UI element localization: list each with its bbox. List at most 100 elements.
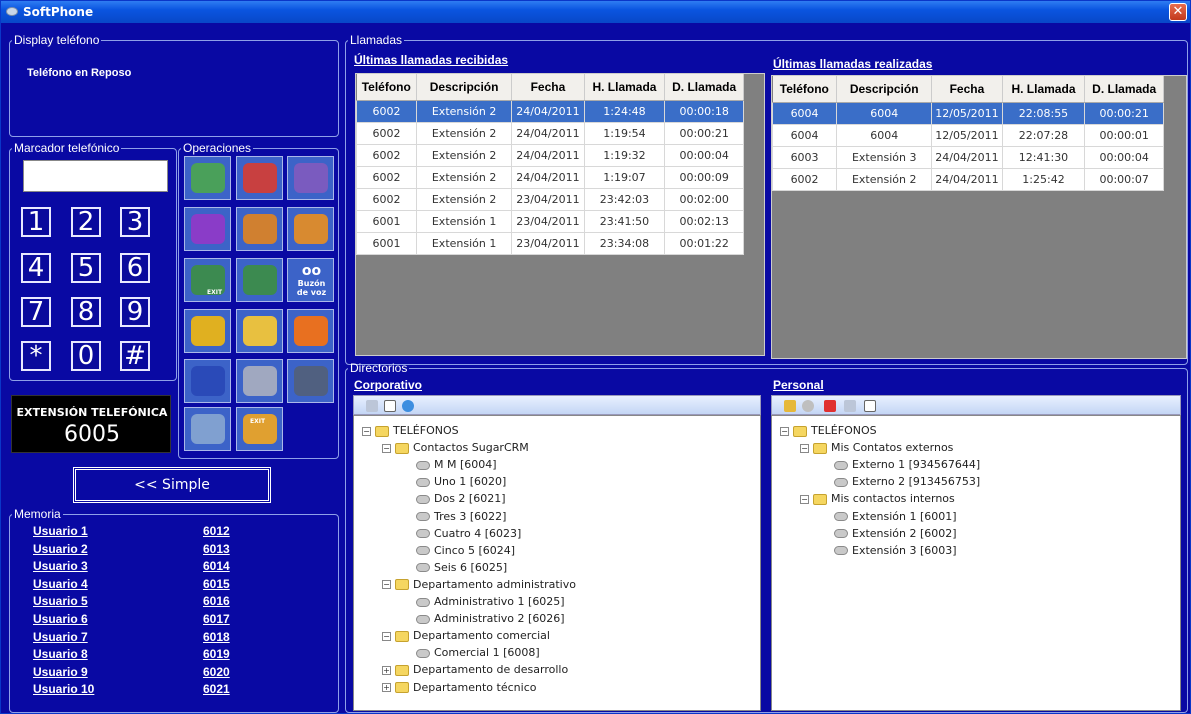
memory-user-link[interactable]: Usuario 5 bbox=[33, 594, 88, 608]
tree-contact[interactable]: Externo 1 [934567644] bbox=[820, 458, 980, 472]
tree-contact[interactable]: Uno 1 [6020] bbox=[402, 475, 506, 489]
tree-contact[interactable]: Comercial 1 [6008] bbox=[402, 646, 540, 660]
column-header[interactable]: H. Llamada bbox=[1002, 76, 1086, 103]
memory-user-link[interactable]: Usuario 9 bbox=[33, 665, 88, 679]
key-hash-button[interactable]: # bbox=[120, 341, 150, 371]
table-row[interactable]: 6002 Extensión 2 23/04/2011 23:42:03 00:02:0… bbox=[355, 187, 744, 211]
collapse-icon[interactable]: − bbox=[800, 443, 809, 453]
tree-folder[interactable]: − Mis contactos internos bbox=[800, 492, 955, 506]
collapse-icon[interactable]: − bbox=[382, 443, 391, 453]
table-row[interactable]: 6002 Extensión 2 24/04/2011 1:24:48 00:00:18 bbox=[355, 99, 744, 123]
collapse-icon[interactable]: − bbox=[382, 580, 391, 590]
simple-mode-button[interactable]: << Simple bbox=[73, 467, 271, 503]
memory-number-link[interactable]: 6018 bbox=[203, 630, 230, 644]
table-row[interactable]: 6004 6004 12/05/2011 22:07:28 00:00:01 bbox=[771, 123, 1164, 147]
collapse-icon[interactable]: − bbox=[800, 494, 809, 504]
transfer-button[interactable] bbox=[236, 207, 283, 251]
key-8-button[interactable]: 8 bbox=[71, 297, 101, 327]
column-header[interactable]: D. Llamada bbox=[664, 74, 744, 101]
forward-button[interactable] bbox=[287, 207, 334, 251]
column-header[interactable]: Descripción bbox=[836, 76, 933, 103]
tree-folder[interactable]: − Departamento comercial bbox=[382, 629, 550, 643]
table-row[interactable]: 6003 Extensión 3 24/04/2011 12:41:30 00:00:0… bbox=[771, 145, 1164, 169]
table-row[interactable]: 6002 Extensión 2 24/04/2011 1:25:42 00:00:07 bbox=[771, 167, 1164, 191]
tree-contact[interactable]: Extensión 3 [6003] bbox=[820, 544, 957, 558]
tree-contact[interactable]: Tres 3 [6022] bbox=[402, 510, 506, 524]
table-row[interactable]: 6004 6004 12/05/2011 22:08:55 00:00:21 bbox=[771, 101, 1164, 125]
memory-user-link[interactable]: Usuario 1 bbox=[33, 524, 88, 538]
key-5-button[interactable]: 5 bbox=[71, 253, 101, 283]
column-header[interactable]: Teléfono bbox=[772, 76, 838, 103]
memory-number-link[interactable]: 6015 bbox=[203, 577, 230, 591]
tree-contact[interactable]: Dos 2 [6021] bbox=[402, 492, 506, 506]
conference-button[interactable] bbox=[236, 258, 283, 302]
tree-contact[interactable]: Seis 6 [6025] bbox=[402, 561, 507, 575]
memory-number-link[interactable]: 6020 bbox=[203, 665, 230, 679]
table-row[interactable]: 6002 Extensión 2 24/04/2011 1:19:54 00:00:21 bbox=[355, 121, 744, 145]
expand-icon[interactable]: + bbox=[382, 665, 391, 675]
hangup-call-button[interactable] bbox=[236, 156, 283, 200]
tree-folder[interactable]: + Departamento de desarrollo bbox=[382, 663, 568, 677]
search-icon[interactable] bbox=[366, 400, 378, 412]
column-header[interactable]: Fecha bbox=[931, 76, 1003, 103]
memory-user-link[interactable]: Usuario 4 bbox=[33, 577, 88, 591]
key-2-button[interactable]: 2 bbox=[71, 207, 101, 237]
close-button[interactable]: ✕ bbox=[1169, 3, 1187, 21]
memory-user-link[interactable]: Usuario 10 bbox=[33, 682, 94, 696]
document-icon[interactable] bbox=[864, 400, 876, 412]
collapse-icon[interactable]: − bbox=[362, 426, 371, 436]
voicemail-button[interactable]: oo Buzón de voz bbox=[287, 258, 334, 302]
memory-user-link[interactable]: Usuario 3 bbox=[33, 559, 88, 573]
exit-button[interactable]: EXIT bbox=[236, 407, 283, 451]
key-7-button[interactable]: 7 bbox=[21, 297, 51, 327]
memory-number-link[interactable]: 6016 bbox=[203, 594, 230, 608]
dial-number-input[interactable] bbox=[23, 160, 168, 192]
column-header[interactable]: Fecha bbox=[511, 74, 585, 101]
memory-number-link[interactable]: 6021 bbox=[203, 682, 230, 696]
hold-button[interactable] bbox=[184, 207, 231, 251]
tree-contact[interactable]: Extensión 2 [6002] bbox=[820, 527, 957, 541]
search-button[interactable] bbox=[184, 407, 231, 451]
table-row[interactable]: 6001 Extensión 1 23/04/2011 23:41:50 00:02:1… bbox=[355, 209, 744, 233]
tree-contact[interactable]: Cuatro 4 [6023] bbox=[402, 527, 521, 541]
add-contact-icon[interactable] bbox=[784, 400, 796, 412]
search-icon[interactable] bbox=[844, 400, 856, 412]
tree-folder[interactable]: − Departamento administrativo bbox=[382, 578, 576, 592]
redial-button[interactable] bbox=[287, 156, 334, 200]
memory-user-link[interactable]: Usuario 8 bbox=[33, 647, 88, 661]
key-6-button[interactable]: 6 bbox=[120, 253, 150, 283]
tree-folder[interactable]: − Mis Contatos externos bbox=[800, 441, 953, 455]
collapse-icon[interactable]: − bbox=[780, 426, 789, 436]
column-header[interactable]: Descripción bbox=[416, 74, 513, 101]
memory-number-link[interactable]: 6014 bbox=[203, 559, 230, 573]
park-call-button[interactable] bbox=[184, 359, 231, 403]
column-header[interactable]: D. Llamada bbox=[1084, 76, 1164, 103]
mute-button[interactable] bbox=[287, 359, 334, 403]
memory-number-link[interactable]: 6013 bbox=[203, 542, 230, 556]
add-contact-button[interactable] bbox=[184, 309, 231, 353]
collapse-icon[interactable]: − bbox=[382, 631, 391, 641]
answer-call-button[interactable] bbox=[184, 156, 231, 200]
table-row[interactable]: 6002 Extensión 2 24/04/2011 1:19:32 00:00:04 bbox=[355, 143, 744, 167]
refresh-icon[interactable] bbox=[402, 400, 414, 412]
memory-user-link[interactable]: Usuario 2 bbox=[33, 542, 88, 556]
key-star-button[interactable]: * bbox=[21, 341, 51, 371]
settings-button[interactable] bbox=[236, 359, 283, 403]
tree-contact[interactable]: Externo 2 [913456753] bbox=[820, 475, 980, 489]
tree-contact[interactable]: Administrativo 2 [6026] bbox=[402, 612, 565, 626]
key-1-button[interactable]: 1 bbox=[21, 207, 51, 237]
transfer-exit-button[interactable]: EXIT bbox=[184, 258, 231, 302]
tree-contact[interactable]: M M [6004] bbox=[402, 458, 497, 472]
tree-folder[interactable]: − TELÉFONOS bbox=[362, 424, 459, 438]
alert-button[interactable] bbox=[287, 309, 334, 353]
memory-number-link[interactable]: 6017 bbox=[203, 612, 230, 626]
tree-contact[interactable]: Cinco 5 [6024] bbox=[402, 544, 515, 558]
memory-user-link[interactable]: Usuario 7 bbox=[33, 630, 88, 644]
edit-contact-icon[interactable] bbox=[802, 400, 814, 412]
memory-number-link[interactable]: 6012 bbox=[203, 524, 230, 538]
table-row[interactable]: 6002 Extensión 2 24/04/2011 1:19:07 00:00:09 bbox=[355, 165, 744, 189]
address-book-button[interactable] bbox=[236, 309, 283, 353]
tree-contact[interactable]: Administrativo 1 [6025] bbox=[402, 595, 565, 609]
column-header[interactable]: Teléfono bbox=[356, 74, 418, 101]
document-icon[interactable] bbox=[384, 400, 396, 412]
